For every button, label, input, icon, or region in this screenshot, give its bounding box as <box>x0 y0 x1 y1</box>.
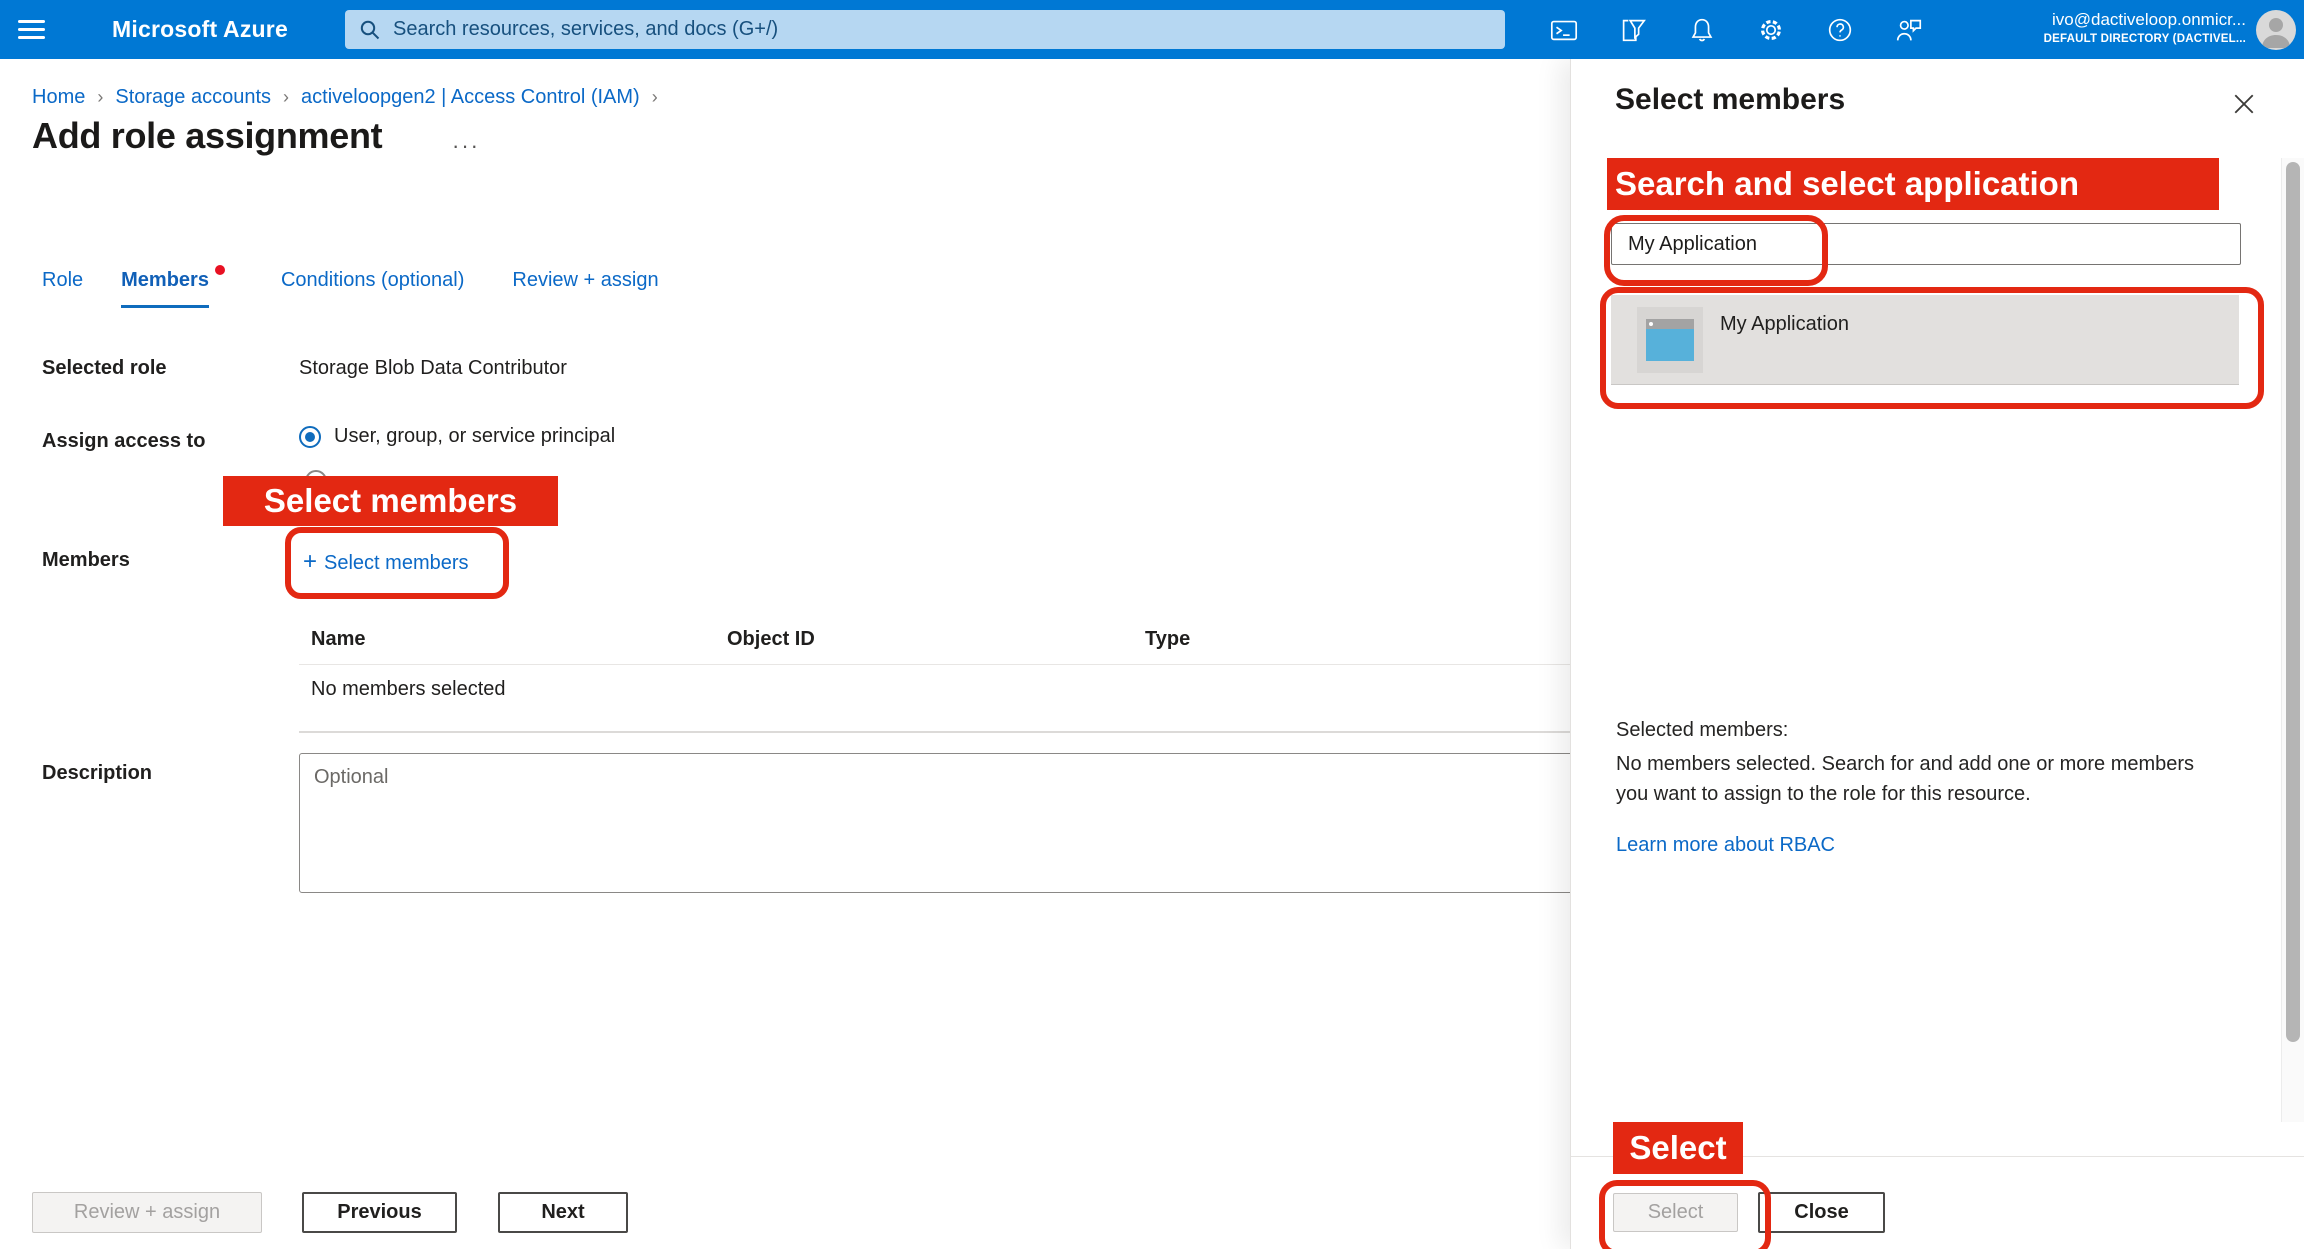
search-icon <box>359 19 381 41</box>
chevron-right-icon: › <box>283 87 289 107</box>
table-divider <box>299 664 1570 665</box>
column-header-name: Name <box>299 628 727 651</box>
members-table-header: Name Object ID Type <box>299 628 1570 651</box>
annotation-search-and-select-application: Search and select application <box>1607 158 2219 210</box>
select-button[interactable]: Select <box>1613 1193 1738 1232</box>
previous-button[interactable]: Previous <box>302 1192 457 1233</box>
azure-logo-text[interactable]: Microsoft Azure <box>112 0 288 59</box>
hamburger-menu-button[interactable] <box>18 15 54 45</box>
description-label: Description <box>42 762 152 785</box>
global-search-input[interactable] <box>391 17 1491 42</box>
topbar-icon-group <box>1548 0 1925 59</box>
settings-button[interactable] <box>1755 14 1787 46</box>
account-email: ivo@dactiveloop.onmicr... <box>2044 9 2246 30</box>
radio-selected-icon[interactable] <box>299 426 321 448</box>
feedback-button[interactable] <box>1893 14 1925 46</box>
breadcrumb-link-access-control[interactable]: activeloopgen2 | Access Control (IAM) <box>301 86 640 108</box>
members-label: Members <box>42 549 130 572</box>
application-result-label: My Application <box>1720 313 1849 384</box>
chevron-right-icon: › <box>97 87 103 107</box>
assign-access-option-row: User, group, or service principal <box>299 425 615 448</box>
review-assign-button[interactable]: Review + assign <box>32 1192 262 1233</box>
feedback-icon <box>1894 15 1924 45</box>
gear-icon <box>1756 15 1786 45</box>
hamburger-icon <box>18 20 54 39</box>
select-members-panel: Select members Select ⓘ My Application S… <box>1570 59 2304 1249</box>
page-more-button[interactable]: ··· <box>452 133 480 159</box>
selected-members-label: Selected members: <box>1616 719 1788 742</box>
breadcrumb-link-storage-accounts[interactable]: Storage accounts <box>115 86 271 108</box>
top-bar: Microsoft Azure <box>0 0 2304 59</box>
annotation-select-members: Select members <box>223 476 558 526</box>
notifications-button[interactable] <box>1686 14 1718 46</box>
close-icon <box>2232 92 2256 116</box>
panel-scrollbar[interactable] <box>2281 158 2304 1122</box>
assign-access-option-label: User, group, or service principal <box>334 425 615 448</box>
learn-more-rbac-link[interactable]: Learn more about RBAC <box>1616 834 1835 857</box>
table-bottom-divider <box>299 731 1570 733</box>
column-header-type: Type <box>1145 628 1570 651</box>
column-header-object-id: Object ID <box>727 628 1145 651</box>
chevron-right-icon: › <box>652 87 658 107</box>
tab-members[interactable]: Members <box>121 269 209 308</box>
panel-close-button[interactable] <box>2229 89 2259 119</box>
main-content: Home › Storage accounts › activeloopgen2 | A… <box>0 59 1570 1249</box>
assign-access-label: Assign access to <box>42 430 205 453</box>
tab-role[interactable]: Role <box>42 269 83 308</box>
selected-role-value: Storage Blob Data Contributor <box>299 357 567 380</box>
panel-scrollbar-thumb[interactable] <box>2286 162 2300 1042</box>
global-search-box[interactable] <box>345 10 1505 49</box>
bell-icon <box>1687 15 1717 45</box>
tab-conditions[interactable]: Conditions (optional) <box>281 269 464 308</box>
tab-bar: Role Members Conditions (optional) Revie… <box>42 269 659 308</box>
help-button[interactable] <box>1824 14 1856 46</box>
application-result-item[interactable]: My Application <box>1611 295 2239 385</box>
person-icon <box>2256 10 2296 50</box>
account-info[interactable]: ivo@dactiveloop.onmicr... DEFAULT DIRECT… <box>2044 9 2246 47</box>
help-icon <box>1825 15 1855 45</box>
next-button[interactable]: Next <box>498 1192 628 1233</box>
app-window-icon <box>1637 307 1703 373</box>
selected-role-label: Selected role <box>42 357 167 380</box>
directories-filter-button[interactable] <box>1617 14 1649 46</box>
directories-filter-icon <box>1618 15 1648 45</box>
panel-title: Select members <box>1615 83 1845 117</box>
cloud-shell-button[interactable] <box>1548 14 1580 46</box>
avatar[interactable] <box>2256 10 2296 50</box>
tab-review-assign[interactable]: Review + assign <box>512 269 658 308</box>
selected-members-text: No members selected. Search for and add … <box>1616 749 2216 809</box>
members-notification-dot <box>215 265 225 275</box>
close-button[interactable]: Close <box>1758 1192 1885 1233</box>
annotation-select: Select <box>1613 1122 1743 1174</box>
cloud-shell-icon <box>1549 15 1579 45</box>
account-directory: DEFAULT DIRECTORY (DACTIVEL... <box>2044 32 2246 47</box>
table-empty-text: No members selected <box>311 678 506 701</box>
page-title: Add role assignment <box>32 115 382 157</box>
member-search-input[interactable] <box>1611 223 2241 265</box>
breadcrumb: Home › Storage accounts › activeloopgen2 | A… <box>32 86 670 109</box>
select-members-button[interactable]: +Select members <box>303 548 469 576</box>
azure-portal-screen: Microsoft Azure <box>0 0 2304 1249</box>
description-textarea[interactable] <box>299 753 1591 893</box>
breadcrumb-link-home[interactable]: Home <box>32 86 85 108</box>
plus-icon: + <box>303 548 317 575</box>
